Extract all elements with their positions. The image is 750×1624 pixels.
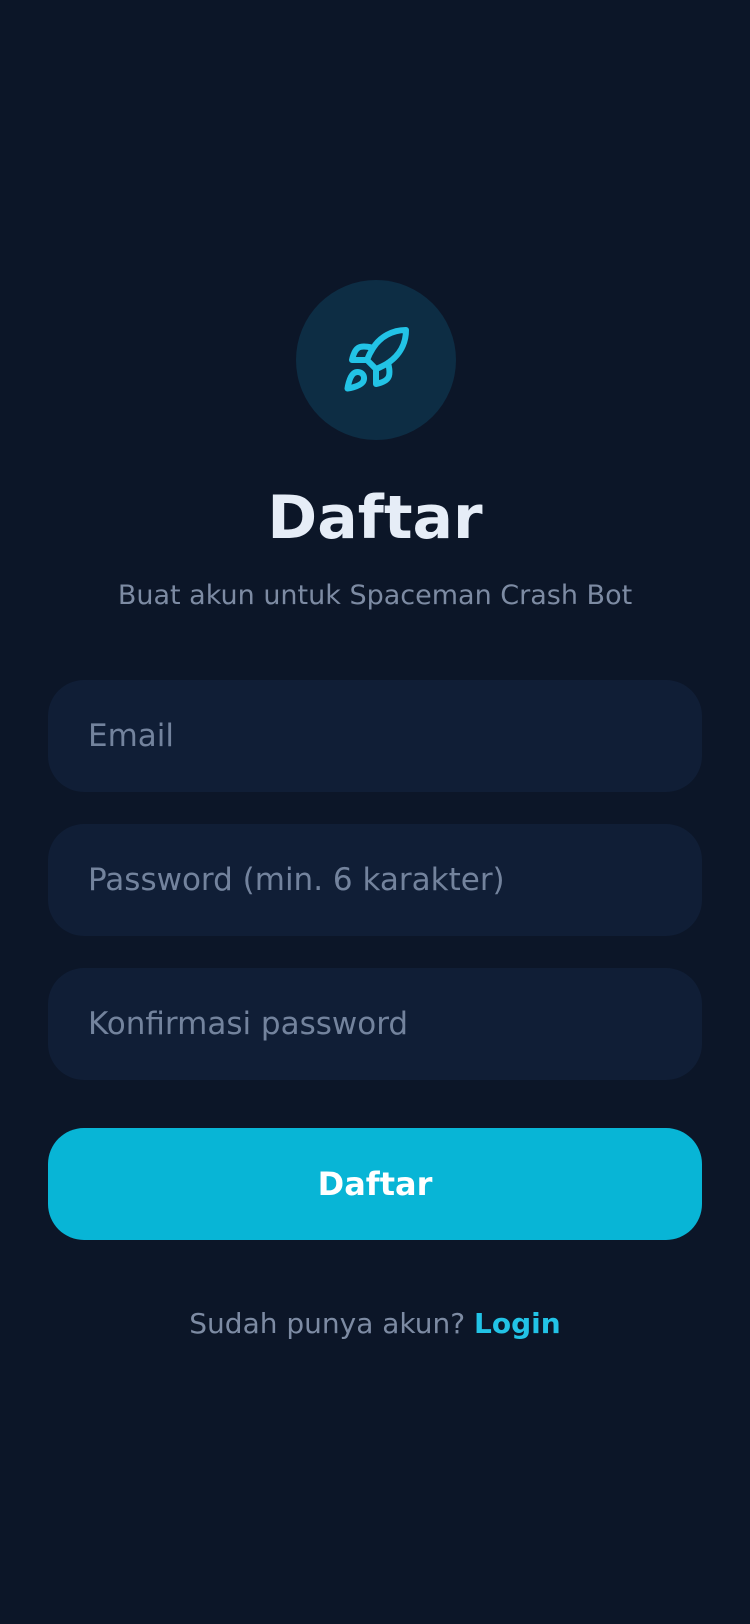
page-title: Daftar (267, 483, 483, 553)
app-logo (296, 280, 456, 440)
rocket-icon (344, 326, 409, 392)
login-prompt-text: Sudah punya akun? (189, 1307, 466, 1340)
confirm-password-input[interactable] (48, 968, 702, 1080)
login-link[interactable]: Login (474, 1307, 561, 1340)
email-input[interactable] (48, 680, 702, 792)
register-button[interactable]: Daftar (48, 1128, 702, 1240)
page-subtitle: Buat akun untuk Spaceman Crash Bot (117, 580, 633, 611)
login-prompt: Sudah punya akun? Login (0, 1304, 750, 1344)
password-input[interactable] (48, 824, 702, 936)
